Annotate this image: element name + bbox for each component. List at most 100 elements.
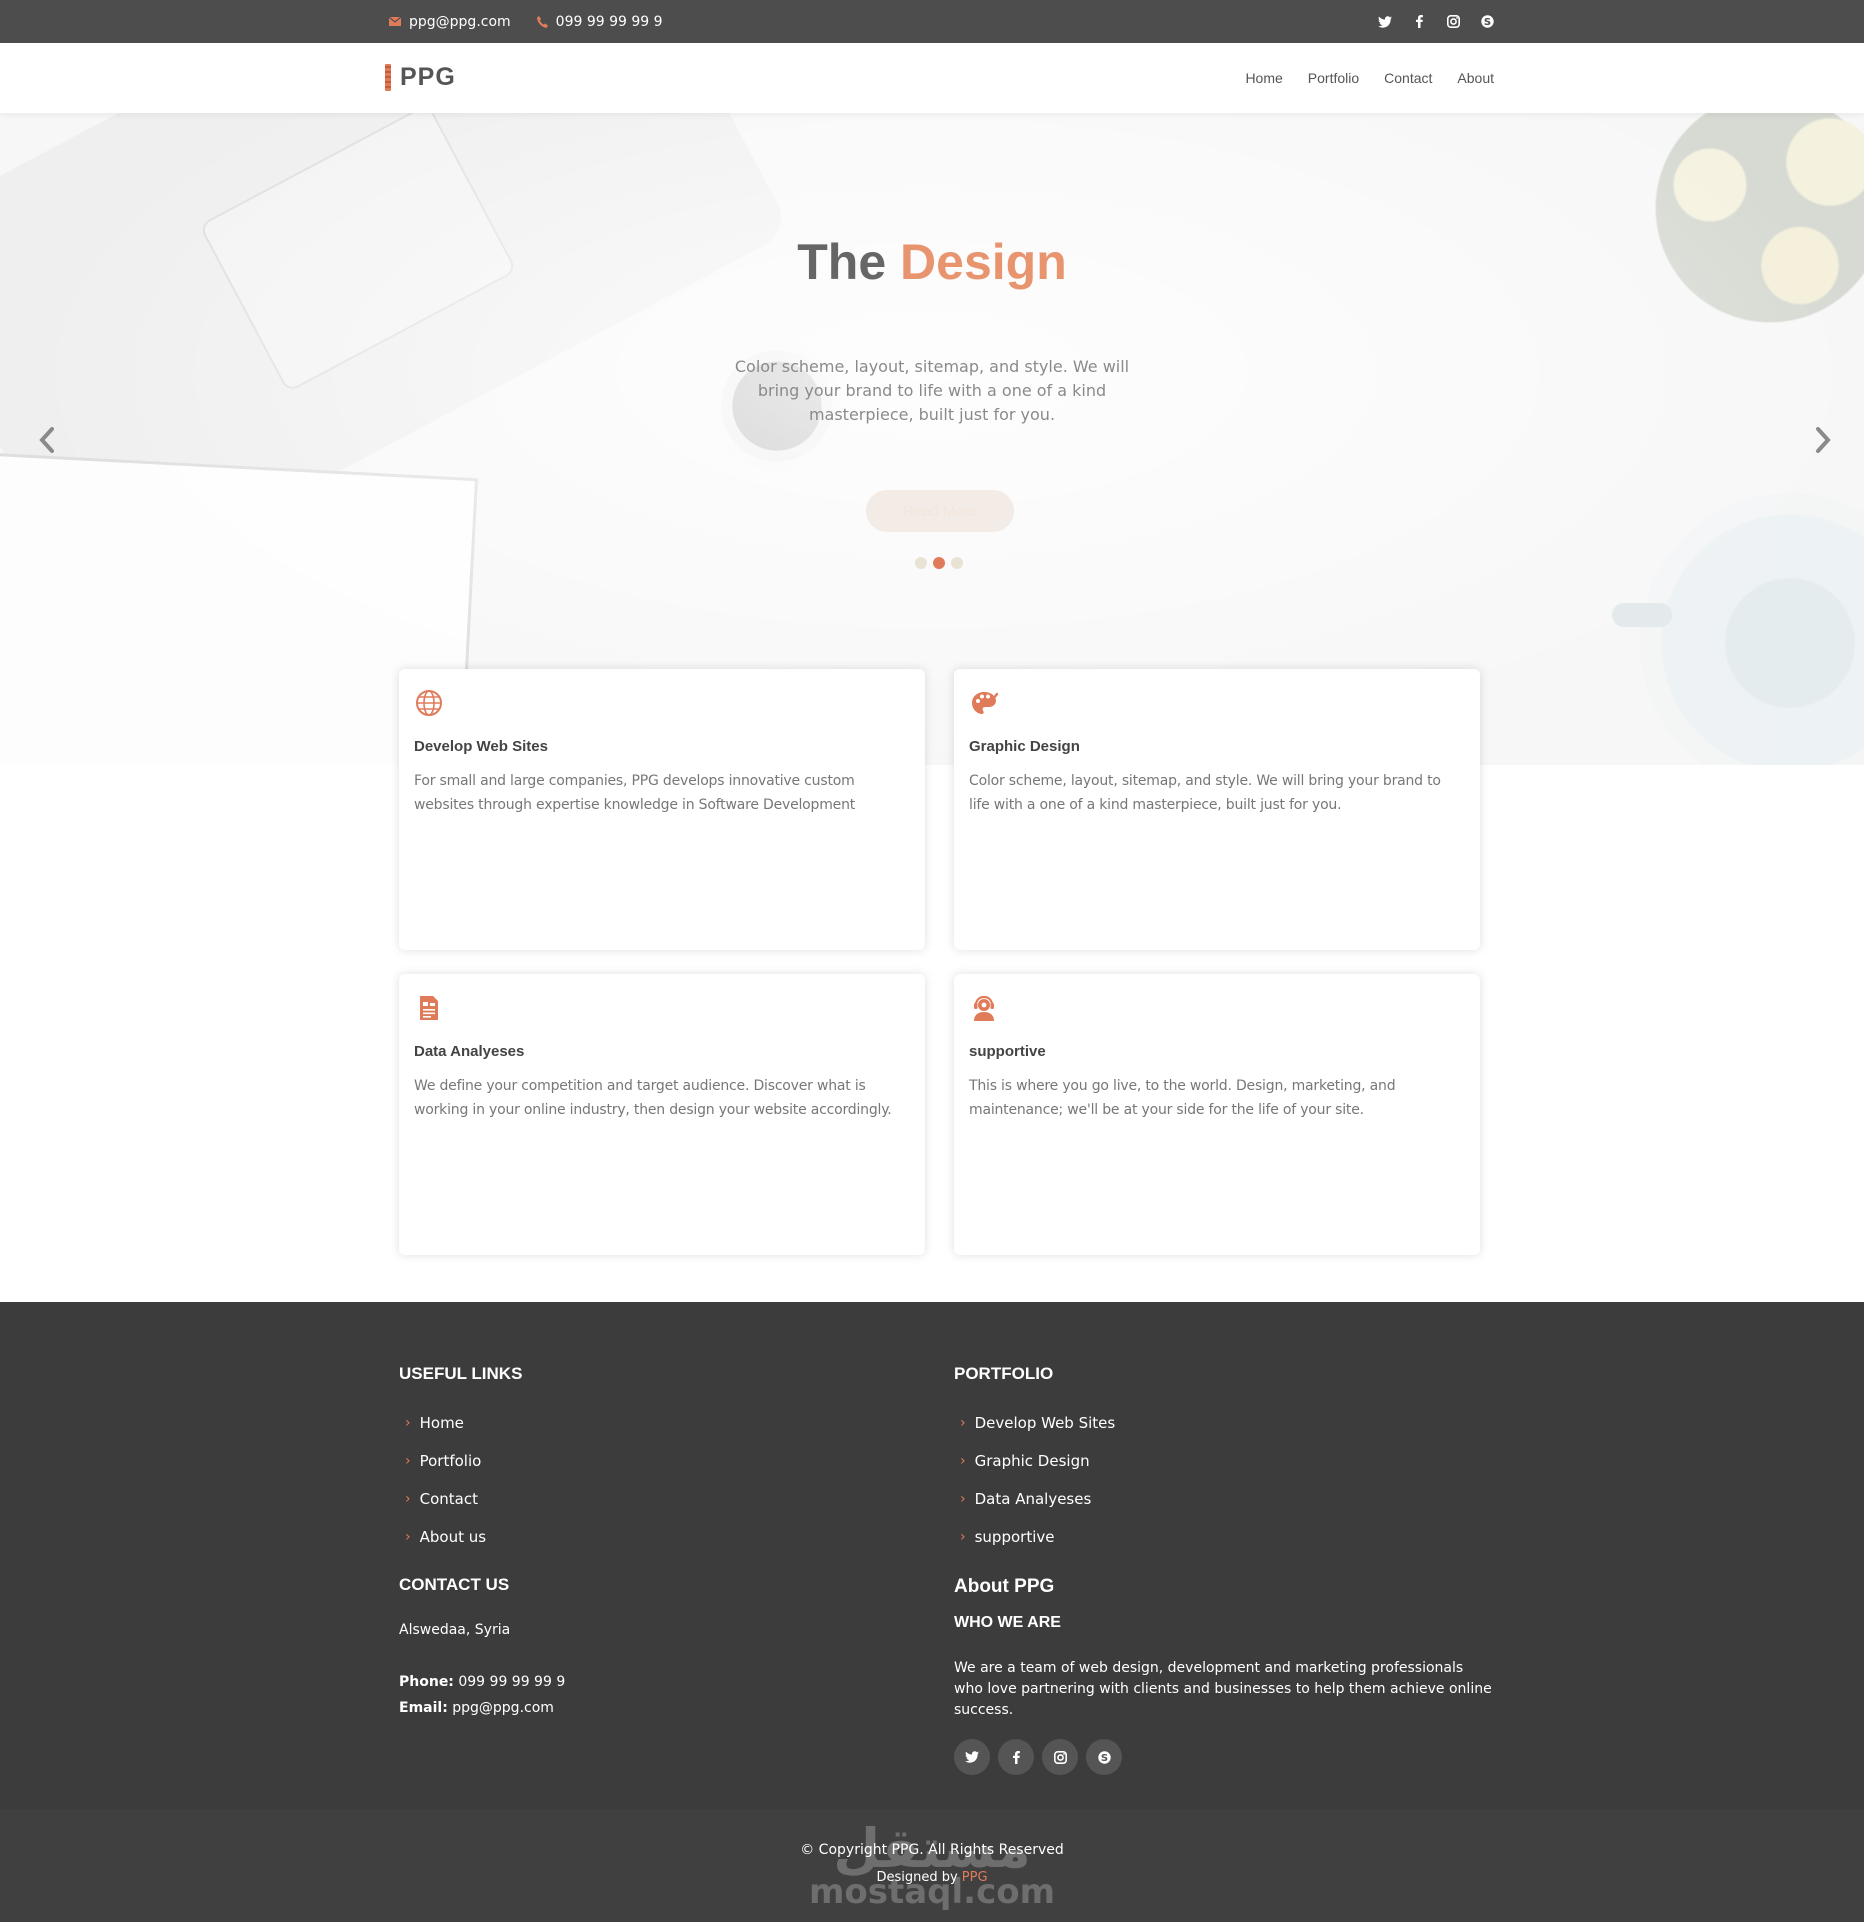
footer-link-label: Portfolio (419, 1452, 482, 1470)
hero-slider: The Design Color scheme, layout, sitemap… (0, 113, 1864, 765)
designed-by: Designed by PPG (0, 1870, 1864, 1885)
footer-social-links: S (954, 1739, 1494, 1775)
footer-link-label: supportive (974, 1528, 1055, 1546)
service-card[interactable]: Graphic Design Color scheme, layout, sit… (954, 669, 1480, 950)
nav-contact[interactable]: Contact (1384, 70, 1432, 86)
hero-title: The Design (0, 233, 1864, 291)
footer-phone-label: Phone: (399, 1674, 454, 1690)
slider-dot-2[interactable] (933, 557, 945, 569)
footer-link[interactable]: › Data Analyeses (954, 1480, 1115, 1518)
designed-by-label: Designed by (876, 1870, 958, 1885)
service-text: Color scheme, layout, sitemap, and style… (969, 773, 1441, 813)
twitter-icon[interactable] (1377, 14, 1393, 30)
site-logo[interactable]: PPG (385, 63, 456, 92)
chevron-right-icon: › (405, 1453, 411, 1469)
envelope-icon (389, 17, 401, 26)
service-card[interactable]: Develop Web Sites For small and large co… (399, 669, 925, 950)
service-title: Data Analyeses (414, 1043, 525, 1060)
document-chart-icon (420, 996, 438, 1020)
hero-title-accent: Design (900, 234, 1067, 290)
footer-link[interactable]: › Contact (399, 1480, 522, 1518)
service-title: supportive (969, 1043, 1046, 1060)
footer-link[interactable]: › Portfolio (399, 1442, 522, 1480)
footer-heading: USEFUL LINKS (399, 1364, 523, 1383)
chevron-right-icon: › (405, 1415, 411, 1431)
skype-icon[interactable]: S (1479, 14, 1495, 30)
facebook-icon[interactable] (1411, 14, 1427, 30)
slider-prev-button[interactable] (32, 420, 62, 460)
footer-bottom-bar: مستقل mostaql.com © Copyright PPG. All R… (0, 1809, 1864, 1922)
top-email-text: ppg@ppg.com (409, 13, 511, 30)
service-text: We define your competition and target au… (414, 1078, 892, 1118)
chevron-left-icon (39, 427, 54, 453)
service-title: Develop Web Sites (414, 738, 548, 755)
logo-mark (385, 64, 391, 91)
hero-overlay (0, 113, 1864, 765)
footer-heading: CONTACT US (399, 1575, 510, 1594)
footer-about: About PPG WHO WE ARE We are a team of we… (954, 1576, 1494, 1775)
nav-portfolio[interactable]: Portfolio (1308, 70, 1359, 86)
footer-portfolio: PORTFOLIO › Develop Web Sites › Graphic De… (954, 1364, 1115, 1556)
top-social-links: S (1377, 0, 1495, 43)
svg-text:S: S (1100, 1753, 1107, 1764)
globe-icon (416, 690, 442, 716)
chevron-right-icon (1816, 427, 1831, 453)
footer-phone-value[interactable]: 099 99 99 99 9 (458, 1674, 565, 1690)
chevron-right-icon: › (405, 1491, 411, 1507)
site-header: PPG Home Portfolio Contact About (0, 43, 1864, 113)
slider-next-button[interactable] (1808, 420, 1838, 460)
support-agent-icon (974, 995, 994, 1021)
footer-email-value[interactable]: ppg@ppg.com (452, 1700, 554, 1716)
slider-dot-1[interactable] (915, 557, 927, 569)
footer-link-label: Home (419, 1414, 464, 1432)
svg-text:S: S (1483, 17, 1490, 28)
top-email[interactable]: ppg@ppg.com (389, 14, 511, 30)
footer-link[interactable]: › Graphic Design (954, 1442, 1115, 1480)
footer-email-label: Email: (399, 1700, 448, 1716)
footer-link[interactable]: › supportive (954, 1518, 1115, 1556)
footer-link-label: Contact (419, 1490, 478, 1508)
footer-about-heading: About PPG (954, 1576, 1055, 1597)
chevron-right-icon: › (960, 1415, 966, 1431)
service-card[interactable]: Data Analyeses We define your competitio… (399, 974, 925, 1255)
top-phone-text: 099 99 99 99 9 (555, 13, 663, 30)
slider-dot-3[interactable] (951, 557, 963, 569)
footer-link-label: Graphic Design (974, 1452, 1090, 1470)
chevron-right-icon: › (960, 1453, 966, 1469)
footer-link-label: About us (419, 1528, 487, 1546)
footer-link[interactable]: › Home (399, 1404, 522, 1442)
footer-link[interactable]: › Develop Web Sites (954, 1404, 1115, 1442)
chevron-right-icon: › (405, 1529, 411, 1545)
nav-home[interactable]: Home (1245, 70, 1282, 86)
service-text: This is where you go live, to the world.… (969, 1078, 1396, 1118)
read-more-button[interactable]: Read More (866, 490, 1014, 532)
footer-phone: Phone: 099 99 99 99 9 (399, 1669, 565, 1695)
twitter-icon[interactable] (954, 1739, 990, 1775)
footer-useful-links: USEFUL LINKS › Home › Portfolio › Contact ›… (399, 1364, 522, 1556)
service-title: Graphic Design (969, 738, 1080, 755)
hero-subtitle: Color scheme, layout, sitemap, and style… (734, 357, 1130, 424)
service-text: For small and large companies, PPG devel… (414, 773, 856, 813)
facebook-icon[interactable] (998, 1739, 1034, 1775)
logo-text: PPG (400, 63, 456, 91)
footer-heading: PORTFOLIO (954, 1364, 1054, 1383)
nav-about[interactable]: About (1457, 70, 1494, 86)
footer-link-label: Develop Web Sites (974, 1414, 1116, 1432)
designed-by-link[interactable]: PPG (962, 1870, 988, 1885)
chevron-right-icon: › (960, 1491, 966, 1507)
service-card[interactable]: supportive This is where you go live, to… (954, 974, 1480, 1255)
phone-icon (536, 15, 548, 28)
top-bar: ppg@ppg.com 099 99 99 99 9 S (0, 0, 1864, 43)
site-footer: USEFUL LINKS › Home › Portfolio › Contact ›… (0, 1302, 1864, 1809)
hero-title-main: The (797, 234, 887, 290)
copyright-text: © Copyright PPG. All Rights Reserved (800, 1842, 1064, 1858)
footer-about-subheading: WHO WE ARE (954, 1614, 1061, 1631)
instagram-icon[interactable] (1445, 14, 1461, 30)
mostaql-watermark: مستقل mostaql.com (800, 1817, 1064, 1917)
footer-link[interactable]: › About us (399, 1518, 522, 1556)
instagram-icon[interactable] (1042, 1739, 1078, 1775)
footer-email: Email: ppg@ppg.com (399, 1695, 565, 1721)
skype-icon[interactable]: S (1086, 1739, 1122, 1775)
top-phone[interactable]: 099 99 99 99 9 (536, 13, 663, 30)
footer-link-label: Data Analyeses (974, 1490, 1092, 1508)
